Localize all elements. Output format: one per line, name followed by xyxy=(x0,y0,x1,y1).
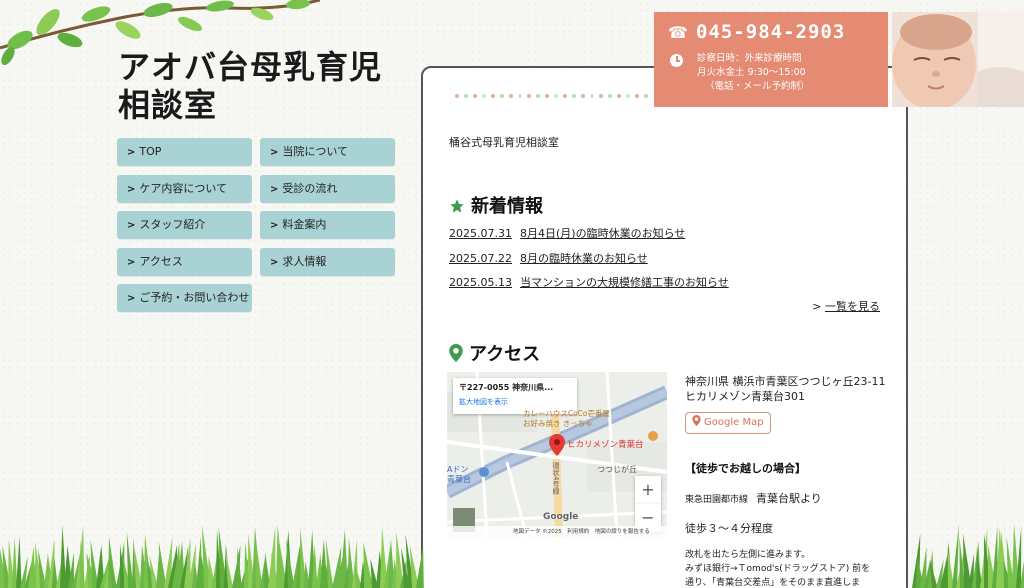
site-title[interactable]: アオバ台母乳育児 相談室 xyxy=(118,48,398,124)
map-place-label: 青葉台 xyxy=(447,475,471,484)
hours-line: 月火水金土 9:30〜15:00 xyxy=(697,67,806,78)
chevron-right-icon: > xyxy=(127,220,136,231)
nav-label: スタッフ紹介 xyxy=(139,218,206,231)
news-item[interactable]: 2025.07.31 8月4日(月)の臨時休業のお知らせ xyxy=(449,225,685,241)
news-title: 新着情報 xyxy=(471,196,543,217)
map-area-label: つつじが丘 xyxy=(597,465,637,474)
chevron-right-icon: > xyxy=(270,257,279,268)
nav-label: TOP xyxy=(139,145,162,158)
baby-photo xyxy=(892,12,1024,107)
clock-icon xyxy=(670,54,683,67)
access-address: 神奈川県 横浜市青葉区つつじヶ丘23-11 ヒカリメゾン青葉台301 xyxy=(685,374,895,404)
chevron-right-icon: > xyxy=(127,293,136,304)
nav-access[interactable]: > アクセス xyxy=(117,248,252,276)
walk-line-name: 東急田園都市線 xyxy=(685,495,749,505)
nav-price[interactable]: > 料金案内 xyxy=(260,211,395,239)
nav-label: 求人情報 xyxy=(282,255,327,268)
chevron-right-icon: > xyxy=(270,184,279,195)
intro-text: 桶谷式母乳育児相談室 xyxy=(449,136,559,149)
site-title-line2: 相談室 xyxy=(118,86,218,124)
chevron-right-icon: > xyxy=(270,147,279,158)
google-map-embed[interactable]: 〒227-0055 神奈川県... 拡大地図を表示 ヒカリメゾン青葉台 つつじが… xyxy=(447,372,667,538)
map-pin-icon xyxy=(449,344,463,362)
chevron-right-icon: > xyxy=(127,257,136,268)
map-shop-label: お好み焼き きっちゃ xyxy=(523,419,593,428)
walk-heading: 【徒歩でお越しの場合】 xyxy=(685,462,806,475)
nav-label: 料金案内 xyxy=(282,218,327,231)
access-title: アクセス xyxy=(469,344,541,365)
news-text: 当マンションの大規模修繕工事のお知らせ xyxy=(519,276,729,289)
nav-contact[interactable]: > ご予約・お問い合わせ xyxy=(117,284,252,312)
star-icon xyxy=(450,199,464,213)
address-line: 神奈川県 横浜市青葉区つつじヶ丘23-11 xyxy=(685,375,886,388)
baby-image xyxy=(892,12,1024,107)
phone-icon: ☎ xyxy=(668,23,688,42)
chevron-right-icon: > xyxy=(270,220,279,231)
map-popup-address: 〒227-0055 神奈川県... xyxy=(459,383,554,392)
news-date: 2025.07.22 xyxy=(449,252,512,265)
nav-label: 当院について xyxy=(282,145,349,158)
news-item[interactable]: 2025.05.13 当マンションの大規模修繕工事のお知らせ xyxy=(449,274,729,290)
news-text: 8月の臨時休業のお知らせ xyxy=(519,252,648,265)
access-heading: アクセス xyxy=(449,340,540,366)
nav-top[interactable]: > TOP xyxy=(117,138,252,166)
news-date: 2025.07.31 xyxy=(449,227,512,240)
chevron-right-icon: > xyxy=(127,184,136,195)
map-pin-label: ヒカリメゾン青葉台 xyxy=(567,440,644,450)
hours-line: （電話・メール予約制） xyxy=(705,81,810,92)
walk-station: 青葉台駅より xyxy=(756,492,822,505)
news-date: 2025.05.13 xyxy=(449,276,512,289)
nav-about[interactable]: > 当院について xyxy=(260,138,395,166)
office-hours: 診察日時：外来診療時間 月火水金土 9:30〜15:00 （電話・メール予約制） xyxy=(697,52,810,94)
address-line: ヒカリメゾン青葉台301 xyxy=(685,390,805,403)
map-zoom-in-button[interactable]: + xyxy=(635,476,661,504)
hours-line: 診察日時：外来診療時間 xyxy=(697,53,802,64)
nav-label: 受診の流れ xyxy=(282,182,338,195)
dot-divider xyxy=(455,94,648,98)
contact-box: ☎ 045-984-2903 診察日時：外来診療時間 月火水金土 9:30〜15… xyxy=(654,12,888,107)
chevron-right-icon: > xyxy=(127,147,136,158)
news-item[interactable]: 2025.07.22 8月の臨時休業のお知らせ xyxy=(449,250,648,266)
walk-route: 東急田園都市線 青葉台駅より xyxy=(685,490,822,506)
phone-number[interactable]: 045-984-2903 xyxy=(696,21,845,43)
main-content-card: 桶谷式母乳育児相談室 新着情報 2025.07.31 8月4日(月)の臨時休業のお… xyxy=(421,66,908,588)
news-text: 8月4日(月)の臨時休業のお知らせ xyxy=(519,227,686,240)
google-map-label: Google Map xyxy=(704,417,764,428)
nav-staff[interactable]: > スタッフ紹介 xyxy=(117,211,252,239)
site-title-line1: アオバ台母乳育児 xyxy=(118,48,383,86)
news-more-link[interactable]: > 一覧を見る xyxy=(812,298,880,314)
nav-flow[interactable]: > 受診の流れ xyxy=(260,175,395,203)
chevron-right-icon: > xyxy=(812,300,825,313)
news-heading: 新着情報 xyxy=(449,192,543,218)
map-enlarge-link[interactable]: 拡大地図を表示 xyxy=(459,397,571,407)
nav-recruit[interactable]: > 求人情報 xyxy=(260,248,395,276)
google-map-button[interactable]: Google Map xyxy=(685,412,771,434)
nav-label: ケア内容について xyxy=(139,182,228,195)
nav-label: ご予約・お問い合わせ xyxy=(139,291,250,304)
nav-care[interactable]: > ケア内容について xyxy=(117,175,252,203)
more-label: 一覧を見る xyxy=(825,300,880,313)
nav-label: アクセス xyxy=(139,255,183,268)
grass-decoration xyxy=(0,523,1024,588)
map-pin-icon xyxy=(692,415,701,426)
map-road-label: 環状4号線 xyxy=(552,462,560,495)
